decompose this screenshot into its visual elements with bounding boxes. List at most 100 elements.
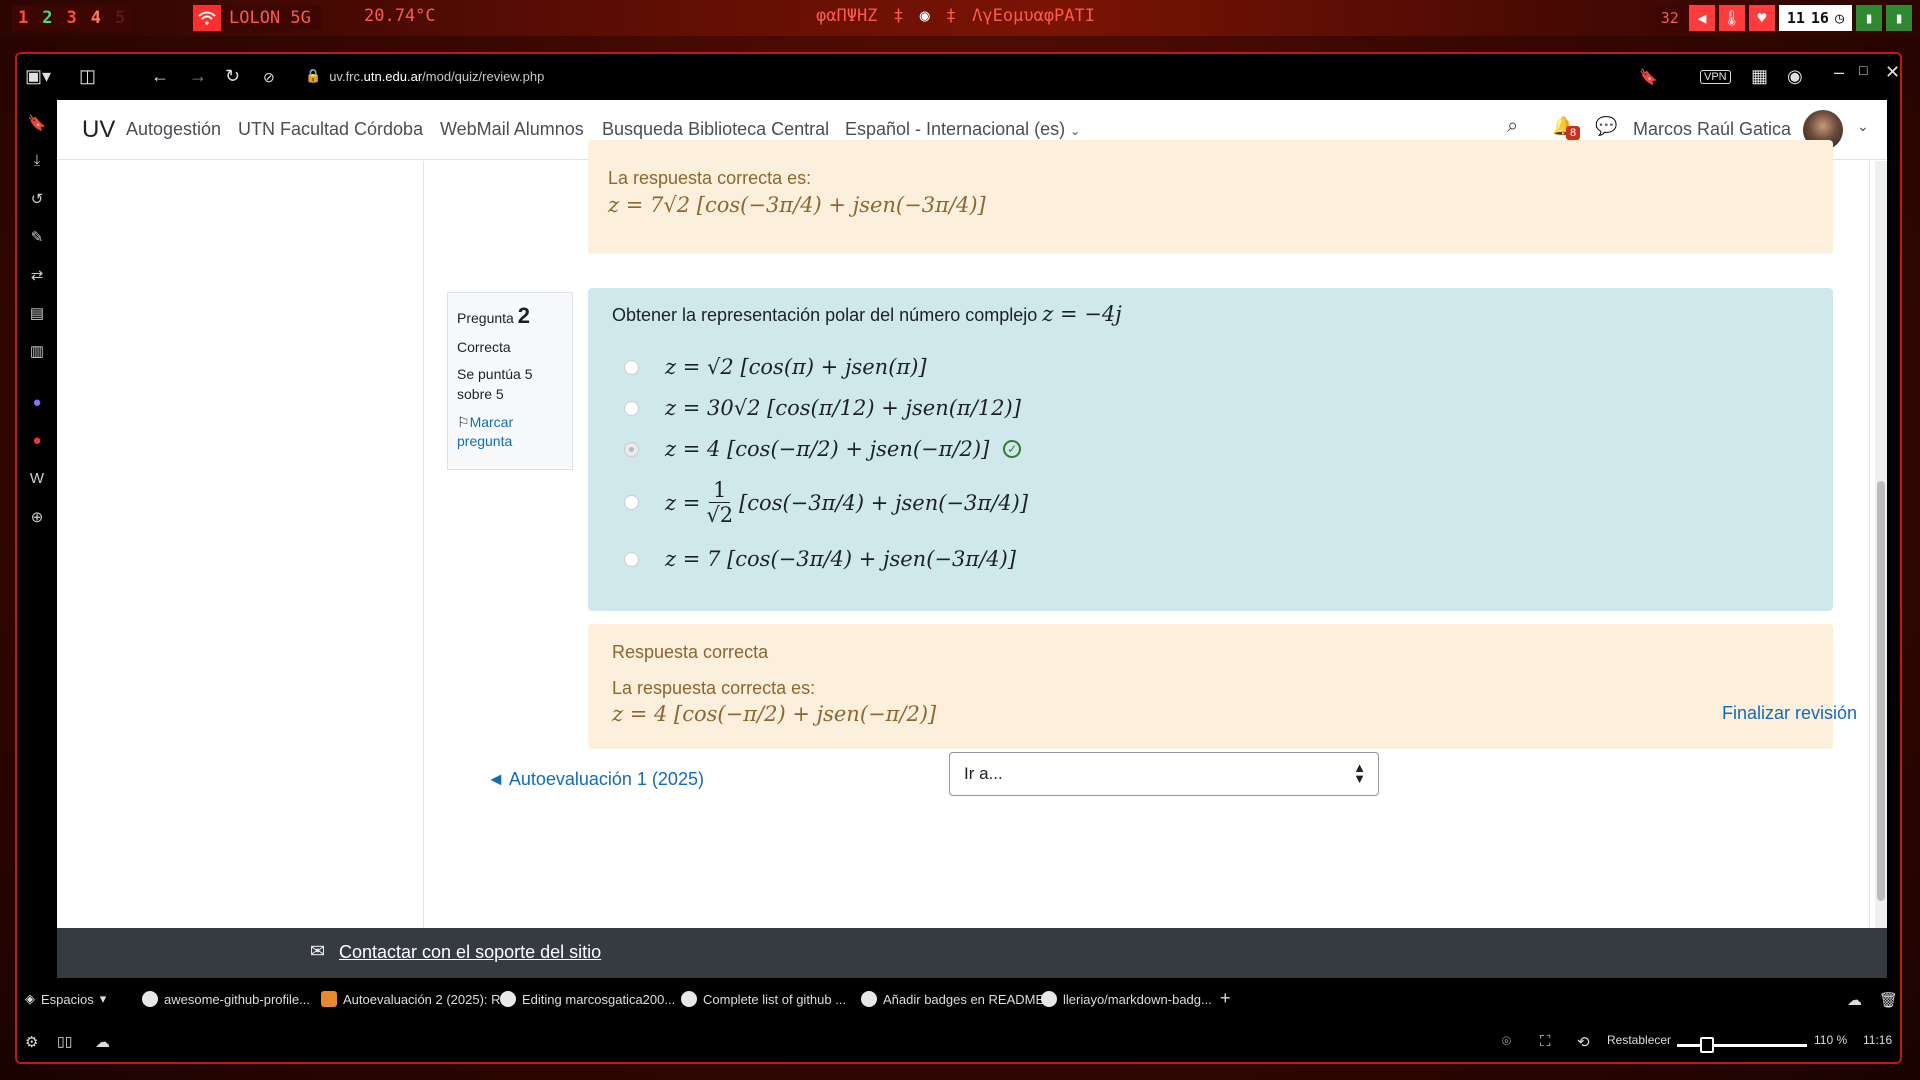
question-number: Pregunta 2 xyxy=(457,303,530,328)
github-icon xyxy=(1041,991,1057,1007)
wikipedia-icon[interactable]: W xyxy=(27,470,47,490)
tab-2[interactable]: Autoevaluación 2 (2025): Re xyxy=(321,991,508,1007)
trash-icon[interactable]: 🗑 xyxy=(1879,991,1898,1009)
language-menu[interactable]: Español - Internacional (es) ⌄ xyxy=(845,119,1080,140)
messages-icon[interactable]: 💬 xyxy=(1595,116,1617,137)
window-panel-icon[interactable]: ▤ xyxy=(27,304,47,324)
calendar-icon[interactable]: ▦ xyxy=(1751,66,1768,87)
back-icon[interactable]: ← xyxy=(151,66,169,87)
radio-option-2[interactable] xyxy=(624,400,639,416)
minimize-icon[interactable]: – xyxy=(1834,62,1844,83)
clock-icon: ◷ xyxy=(1834,9,1844,27)
page-actions-icon[interactable]: ⟲ xyxy=(1577,1033,1590,1051)
layers-icon: ◈ xyxy=(25,991,35,1006)
tab-5[interactable]: Añadir badges en README xyxy=(861,991,1044,1007)
answer-option-4[interactable]: z = 1 √2 [cos(−3π/4) + jsen(−3π/4)] xyxy=(624,478,1028,527)
answer-option-1[interactable]: z = √2 [cos(π) + jsen(π)] xyxy=(624,355,927,379)
bookmark-icon[interactable]: 🔖 xyxy=(1639,68,1658,86)
forward-icon[interactable]: → xyxy=(189,66,207,87)
address-bar[interactable]: 🔒 uv.frc.utn.edu.ar/mod/quiz/review.php xyxy=(305,68,544,84)
tab-3[interactable]: Editing marcosgatica200... xyxy=(500,991,675,1007)
reset-zoom-button[interactable]: Restablecer xyxy=(1607,1033,1671,1047)
vivaldi-icon[interactable]: ● xyxy=(27,432,47,452)
option-4-math: z = 1 √2 [cos(−3π/4) + jsen(−3π/4)] xyxy=(665,478,1029,527)
workspace-4[interactable]: 4 xyxy=(91,8,101,28)
discord-icon: ◉ xyxy=(919,6,930,26)
zoom-slider-knob[interactable] xyxy=(1700,1037,1714,1053)
temperature: 20.74°C xyxy=(364,6,436,26)
bookmarks-panel-icon[interactable]: 🔖 xyxy=(27,114,47,134)
user-name[interactable]: Marcos Raúl Gatica xyxy=(1633,119,1791,140)
answer-option-5[interactable]: z = 7 [cos(−3π/4) + jsen(−3π/4)] xyxy=(624,547,1016,571)
panel-toggle-icon[interactable]: ◫ xyxy=(79,66,96,87)
contact-support-link[interactable]: Contactar con el soporte del sitio xyxy=(339,942,601,963)
maximize-icon[interactable]: □ xyxy=(1859,62,1867,78)
sync-cloud-icon[interactable]: ☁ xyxy=(95,1033,110,1051)
tab-1[interactable]: awesome-github-profile... xyxy=(142,991,310,1007)
scrollbar-thumb[interactable] xyxy=(1877,481,1885,901)
battery-icon[interactable]: ▮ xyxy=(1856,5,1882,31)
heart-icon[interactable]: ♥ xyxy=(1748,5,1775,31)
nav-link-autogestion[interactable]: Autogestión xyxy=(126,119,221,140)
correct-check-icon: ✓ xyxy=(1003,440,1022,458)
tab-4[interactable]: Complete list of github ... xyxy=(681,991,846,1007)
workspace-2[interactable]: 2 xyxy=(42,8,52,28)
reading-list-icon[interactable]: ▥ xyxy=(27,342,47,362)
radio-option-1[interactable] xyxy=(624,359,639,375)
translate-panel-icon[interactable]: ⇄ xyxy=(27,266,47,286)
panel-toggle-icon[interactable]: ▯▯ xyxy=(57,1033,72,1050)
profile-icon[interactable]: ◉ xyxy=(1787,66,1803,87)
workspace-1[interactable]: 1 xyxy=(18,8,28,28)
site-brand[interactable]: UV xyxy=(82,116,115,144)
question-state: Correcta xyxy=(457,338,511,355)
search-icon[interactable]: ⌕ xyxy=(1507,115,1518,138)
tab-6[interactable]: lleriayo/markdown-badg... xyxy=(1041,991,1212,1007)
previous-correct-answer: z = 7√2 [cos(−3π/4) + jsen(−3π/4)] xyxy=(608,193,986,217)
new-tab-icon[interactable]: + xyxy=(1220,988,1231,1009)
radio-option-4[interactable] xyxy=(624,495,639,510)
settings-icon[interactable]: ⚙ xyxy=(25,1033,38,1051)
nav-link-webmail[interactable]: WebMail Alumnos xyxy=(440,119,584,140)
vpn-icon[interactable]: VPN xyxy=(1700,70,1731,84)
close-icon[interactable]: ✕ xyxy=(1885,62,1900,83)
wifi-status[interactable]: LOLON 5G xyxy=(193,5,321,31)
previous-activity-link[interactable]: ◄ Autoevaluación 1 (2025) xyxy=(487,769,704,790)
clock[interactable]: 11 16 ◷ xyxy=(1778,5,1852,31)
screenshot-icon[interactable]: ⌾ xyxy=(1502,1033,1511,1050)
zoom-slider[interactable] xyxy=(1677,1037,1807,1053)
tracker-block-icon[interactable]: ⊘ xyxy=(263,69,275,86)
volume-icon[interactable]: ◀ xyxy=(1688,5,1715,31)
notifications-button[interactable]: 🔔 8 xyxy=(1552,116,1581,140)
clock-min: 16 xyxy=(1810,9,1829,27)
workspace-3[interactable]: 3 xyxy=(67,8,77,28)
thermometer-icon[interactable]: 🌡 xyxy=(1718,5,1745,31)
option-2-math: z = 30√2 [cos(π/12) + jsen(π/12)] xyxy=(665,396,1021,420)
left-drawer xyxy=(57,161,424,928)
downloads-panel-icon[interactable]: ⤓ xyxy=(27,152,47,172)
spaces-button[interactable]: ◈ Espacios ▾ xyxy=(25,991,106,1007)
history-panel-icon[interactable]: ↺ xyxy=(27,190,47,210)
reload-icon[interactable]: ↻ xyxy=(225,66,240,87)
window-title: φαΠΨΗΖ ‡ ◉ ‡ ΛγΕομυαφΡΑΤΙ xyxy=(816,6,1095,26)
clock-hour: 11 xyxy=(1786,9,1805,27)
answer-option-3[interactable]: z = 4 [cos(−π/2) + jsen(−π/2)] ✓ xyxy=(624,437,1022,461)
nav-link-biblioteca[interactable]: Busqueda Biblioteca Central xyxy=(602,119,829,140)
nav-link-utn[interactable]: UTN Facultad Córdoba xyxy=(238,119,423,140)
cloud-sync-icon[interactable]: ☁ xyxy=(1847,991,1862,1009)
jump-to-select[interactable]: Ir a... ▲ ▼ xyxy=(949,752,1379,796)
workspace-5[interactable]: 5 xyxy=(115,8,125,28)
vivaldi-menu-icon[interactable]: ▣▾ xyxy=(25,66,51,87)
answer-option-2[interactable]: z = 30√2 [cos(π/12) + jsen(π/12)] xyxy=(624,396,1021,420)
user-menu-chevron-icon[interactable]: ⌄ xyxy=(1857,118,1869,135)
radio-option-5[interactable] xyxy=(624,551,639,567)
mastodon-icon[interactable]: ● xyxy=(27,394,47,414)
flag-question-button[interactable]: ⚐Marcar pregunta xyxy=(457,413,563,452)
add-panel-icon[interactable]: ⊕ xyxy=(27,508,47,528)
finish-review-link[interactable]: Finalizar revisión xyxy=(1722,703,1857,724)
workspace-switcher[interactable]: 1 2 3 4 5 xyxy=(12,5,132,31)
notes-panel-icon[interactable]: ✎ xyxy=(27,228,47,248)
tiling-icon[interactable]: ⛶ xyxy=(1540,1033,1551,1050)
power-icon[interactable]: ▮ xyxy=(1886,5,1912,31)
page-scrollbar[interactable] xyxy=(1875,161,1887,928)
radio-option-3-selected[interactable] xyxy=(624,441,639,457)
